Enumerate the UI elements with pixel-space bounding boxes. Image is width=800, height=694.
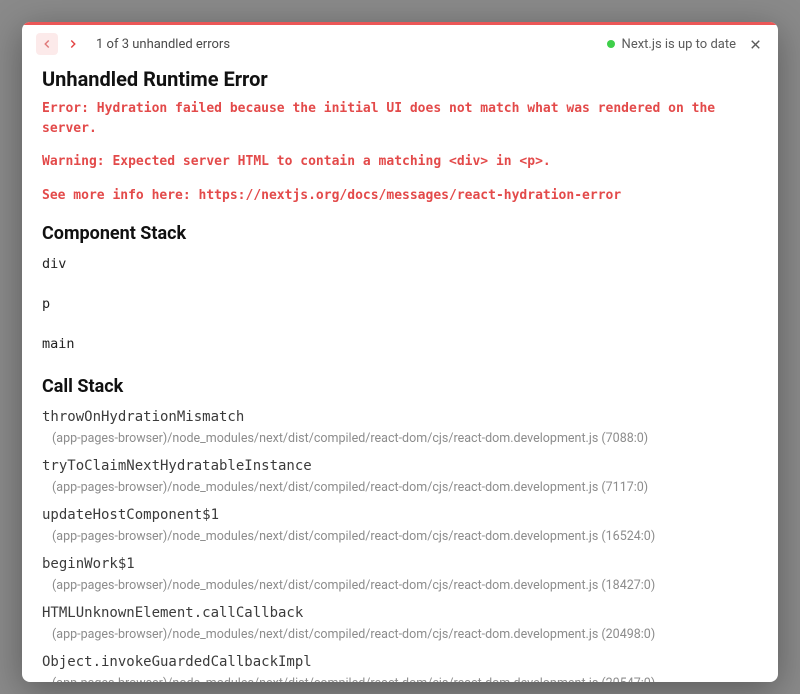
status-text: Next.js is up to date [622, 37, 736, 52]
component-stack-item: p [42, 296, 758, 312]
error-overlay: 1 of 3 unhandled errors Next.js is up to… [22, 22, 778, 682]
error-count-text: 1 of 3 unhandled errors [96, 37, 230, 52]
error-nav [36, 33, 84, 55]
frame-function: beginWork$1 [42, 556, 758, 572]
call-stack-frame: Object.invokeGuardedCallbackImpl (app-pa… [42, 654, 758, 682]
frame-location: (app-pages-browser)/node_modules/next/di… [42, 676, 758, 682]
error-line: Warning: Expected server HTML to contain… [42, 152, 758, 172]
component-stack-item: div [42, 256, 758, 272]
component-stack-heading: Component Stack [42, 223, 758, 244]
call-stack-frame: HTMLUnknownElement.callCallback (app-pag… [42, 605, 758, 642]
frame-function: updateHostComponent$1 [42, 507, 758, 523]
frame-location: (app-pages-browser)/node_modules/next/di… [42, 431, 758, 446]
frame-function: tryToClaimNextHydratableInstance [42, 458, 758, 474]
status-indicator-icon [607, 40, 615, 48]
next-error-button[interactable] [62, 33, 84, 55]
component-stack: div p main [42, 256, 758, 352]
frame-location: (app-pages-browser)/node_modules/next/di… [42, 529, 758, 544]
frame-function: throwOnHydrationMismatch [42, 409, 758, 425]
overlay-content: Unhandled Runtime Error Error: Hydration… [22, 63, 778, 682]
prev-error-button[interactable] [36, 33, 58, 55]
close-button[interactable] [746, 35, 764, 53]
frame-location: (app-pages-browser)/node_modules/next/di… [42, 578, 758, 593]
overlay-header: 1 of 3 unhandled errors Next.js is up to… [22, 25, 778, 63]
frame-function: HTMLUnknownElement.callCallback [42, 605, 758, 621]
component-stack-item: main [42, 336, 758, 352]
call-stack-frame: updateHostComponent$1 (app-pages-browser… [42, 507, 758, 544]
error-line: Error: Hydration failed because the init… [42, 99, 758, 138]
error-message-block: Error: Hydration failed because the init… [42, 99, 758, 205]
close-icon [748, 37, 763, 52]
error-line: See more info here: https://nextjs.org/d… [42, 186, 758, 206]
arrow-left-icon [40, 37, 54, 51]
arrow-right-icon [66, 37, 80, 51]
frame-location: (app-pages-browser)/node_modules/next/di… [42, 480, 758, 495]
call-stack-frame: throwOnHydrationMismatch (app-pages-brow… [42, 409, 758, 446]
call-stack-frame: beginWork$1 (app-pages-browser)/node_mod… [42, 556, 758, 593]
call-stack-frame: tryToClaimNextHydratableInstance (app-pa… [42, 458, 758, 495]
frame-location: (app-pages-browser)/node_modules/next/di… [42, 627, 758, 642]
call-stack-heading: Call Stack [42, 376, 758, 397]
error-title: Unhandled Runtime Error [42, 67, 758, 91]
call-stack: throwOnHydrationMismatch (app-pages-brow… [42, 409, 758, 682]
frame-function: Object.invokeGuardedCallbackImpl [42, 654, 758, 670]
